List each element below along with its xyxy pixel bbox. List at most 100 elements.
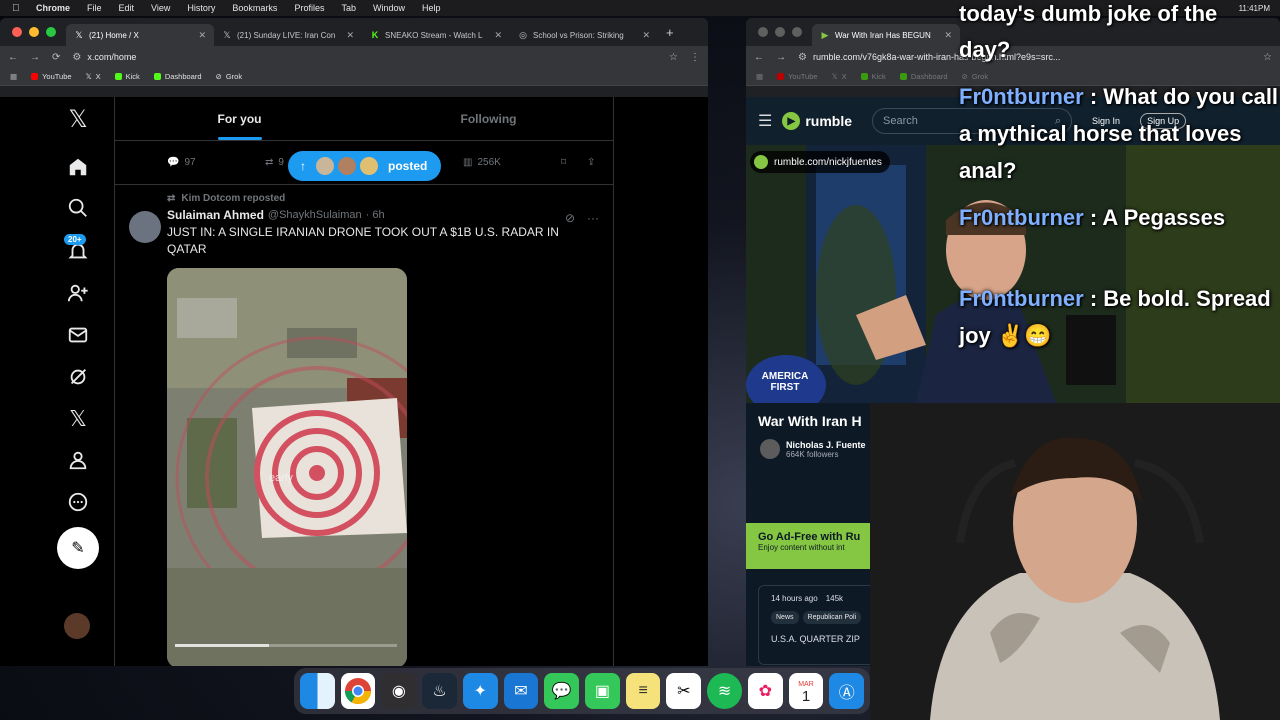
share-icon[interactable]: ⇪: [587, 157, 595, 168]
capcut-icon[interactable]: ✂: [666, 673, 702, 709]
tab-sunday-live[interactable]: 𝕏 (21) Sunday LIVE: Iran Con ✕: [214, 24, 362, 46]
menu-help[interactable]: Help: [422, 3, 441, 13]
profile-icon[interactable]: [62, 444, 94, 476]
channel-link-overlay[interactable]: rumble.com/nickjfuentes: [750, 151, 890, 173]
safari-icon[interactable]: ✦: [462, 673, 498, 709]
tab-x-home[interactable]: 𝕏 (21) Home / X ✕: [66, 24, 214, 46]
search-icon[interactable]: [62, 192, 94, 224]
calendar-icon[interactable]: MAR 1: [788, 673, 824, 709]
tag-republican[interactable]: Republican Poli: [802, 611, 862, 624]
grok-icon[interactable]: [62, 361, 94, 393]
close-tab-icon[interactable]: ✕: [340, 30, 354, 41]
bookmark-kick[interactable]: Kick: [114, 72, 140, 81]
reply-button[interactable]: 💬 97: [167, 157, 196, 168]
reposted-by[interactable]: Kim Dotcom reposted: [181, 193, 285, 204]
menu-edit[interactable]: Edit: [119, 3, 135, 13]
close-window-button[interactable]: [12, 27, 22, 37]
messages-icon[interactable]: 💬: [544, 673, 580, 709]
channel-row[interactable]: Nicholas J. Fuente 664K followers: [760, 439, 866, 459]
messages-icon[interactable]: [62, 319, 94, 351]
forward-icon[interactable]: →: [776, 52, 786, 63]
bookmark-dashboard[interactable]: Dashboard: [153, 72, 202, 81]
video-meta: 14 hours ago 145k: [771, 594, 865, 603]
spotify-icon[interactable]: ≋: [707, 673, 742, 709]
menu-dots-icon[interactable]: ⋮: [690, 52, 700, 63]
chrome-icon[interactable]: [340, 673, 376, 709]
menu-history[interactable]: History: [187, 3, 215, 13]
tab-title: (21) Home / X: [89, 30, 139, 40]
bookmark-youtube[interactable]: YouTube: [31, 72, 72, 81]
apps-grid-icon[interactable]: ▦: [10, 72, 17, 81]
compose-post-button[interactable]: ✎: [57, 527, 99, 569]
tag-news[interactable]: News: [771, 611, 799, 624]
home-icon[interactable]: [62, 151, 94, 183]
menu-tab[interactable]: Tab: [341, 3, 356, 13]
minimize-window-button[interactable]: [775, 27, 785, 37]
bookmark-x[interactable]: 𝕏X: [832, 72, 847, 81]
bookmark-youtube[interactable]: YouTube: [777, 72, 818, 81]
rumble-logo[interactable]: ▶ rumble: [782, 112, 852, 130]
close-window-button[interactable]: [758, 27, 768, 37]
bookmark-star-icon[interactable]: ☆: [669, 52, 678, 63]
tab-sneako-stream[interactable]: K SNEAKO Stream - Watch L ✕: [362, 24, 510, 46]
close-tab-icon[interactable]: ✕: [488, 30, 502, 41]
steam-icon[interactable]: ♨: [422, 673, 457, 709]
bookmark-dashboard[interactable]: Dashboard: [899, 72, 948, 81]
repost-button[interactable]: ⇄ 9: [265, 157, 284, 168]
menu-app-name[interactable]: Chrome: [36, 3, 70, 13]
site-info-icon[interactable]: ⚙: [798, 52, 807, 63]
tab-school-vs-prison[interactable]: ◎ School vs Prison: Striking ✕: [510, 24, 658, 46]
views-button[interactable]: ▥ 256K: [463, 157, 501, 168]
x-logo-icon[interactable]: 𝕏: [62, 103, 94, 135]
notes-icon[interactable]: ≡: [625, 673, 661, 709]
facetime-icon[interactable]: ▣: [585, 673, 620, 709]
tab-rumble-video[interactable]: ▶ War With Iran Has BEGUN ✕: [812, 24, 960, 46]
zoom-window-button[interactable]: [792, 27, 802, 37]
tab-following[interactable]: Following: [364, 97, 613, 140]
close-tab-icon[interactable]: ✕: [636, 30, 650, 41]
menu-profiles[interactable]: Profiles: [294, 3, 324, 13]
bookmark-kick[interactable]: Kick: [860, 72, 886, 81]
obs-icon[interactable]: ◉: [381, 673, 417, 709]
more-dots-icon[interactable]: ···: [587, 211, 599, 225]
photos-icon[interactable]: ✿: [747, 673, 783, 709]
bookmark-x[interactable]: 𝕏X: [86, 72, 101, 81]
menu-view[interactable]: View: [151, 3, 170, 13]
app-store-icon[interactable]: Ⓐ: [829, 673, 865, 709]
finder-icon[interactable]: [300, 673, 335, 709]
tweet[interactable]: ⇄ Kim Dotcom reposted ⊘ ··· Sulaiman Ahm…: [115, 185, 613, 666]
premium-x-icon[interactable]: 𝕏: [62, 403, 94, 435]
site-info-icon[interactable]: ⚙: [72, 52, 81, 63]
ad-free-promo[interactable]: Go Ad-Free with Ru Enjoy content without…: [746, 523, 870, 569]
zoom-window-button[interactable]: [46, 27, 56, 37]
more-circle-icon[interactable]: [62, 486, 94, 518]
mail-icon[interactable]: ✉: [503, 673, 539, 709]
url-field[interactable]: ⚙ x.com/home: [72, 52, 657, 63]
back-icon[interactable]: ←: [8, 52, 18, 63]
bookmark-icon[interactable]: ⌑: [561, 157, 566, 168]
bookmark-grok[interactable]: ⊘ Grok: [216, 72, 243, 81]
close-tab-icon[interactable]: ✕: [938, 30, 952, 41]
tweet-video[interactable]: early: [167, 268, 407, 666]
forward-icon[interactable]: →: [30, 52, 40, 63]
apps-grid-icon[interactable]: ▦: [756, 72, 763, 81]
author-name[interactable]: Sulaiman Ahmed: [167, 208, 264, 222]
tweet-time[interactable]: · 6h: [366, 209, 385, 221]
new-tab-button[interactable]: +: [666, 25, 674, 40]
menu-window[interactable]: Window: [373, 3, 405, 13]
account-avatar[interactable]: [64, 613, 90, 639]
tab-for-you[interactable]: For you: [115, 97, 364, 140]
author-avatar[interactable]: [129, 211, 161, 243]
hamburger-menu-icon[interactable]: ☰: [758, 111, 772, 131]
minimize-window-button[interactable]: [29, 27, 39, 37]
follow-icon[interactable]: [62, 277, 94, 309]
new-posts-pill[interactable]: ↑ posted: [288, 151, 442, 181]
author-handle[interactable]: @ShaykhSulaiman: [268, 209, 362, 221]
apple-icon[interactable]: : [12, 3, 22, 14]
close-tab-icon[interactable]: ✕: [192, 30, 206, 41]
menu-bookmarks[interactable]: Bookmarks: [232, 3, 277, 13]
back-icon[interactable]: ←: [754, 52, 764, 63]
menu-file[interactable]: File: [87, 3, 102, 13]
reload-icon[interactable]: ⟳: [52, 52, 60, 63]
grok-icon[interactable]: ⊘: [565, 211, 575, 225]
